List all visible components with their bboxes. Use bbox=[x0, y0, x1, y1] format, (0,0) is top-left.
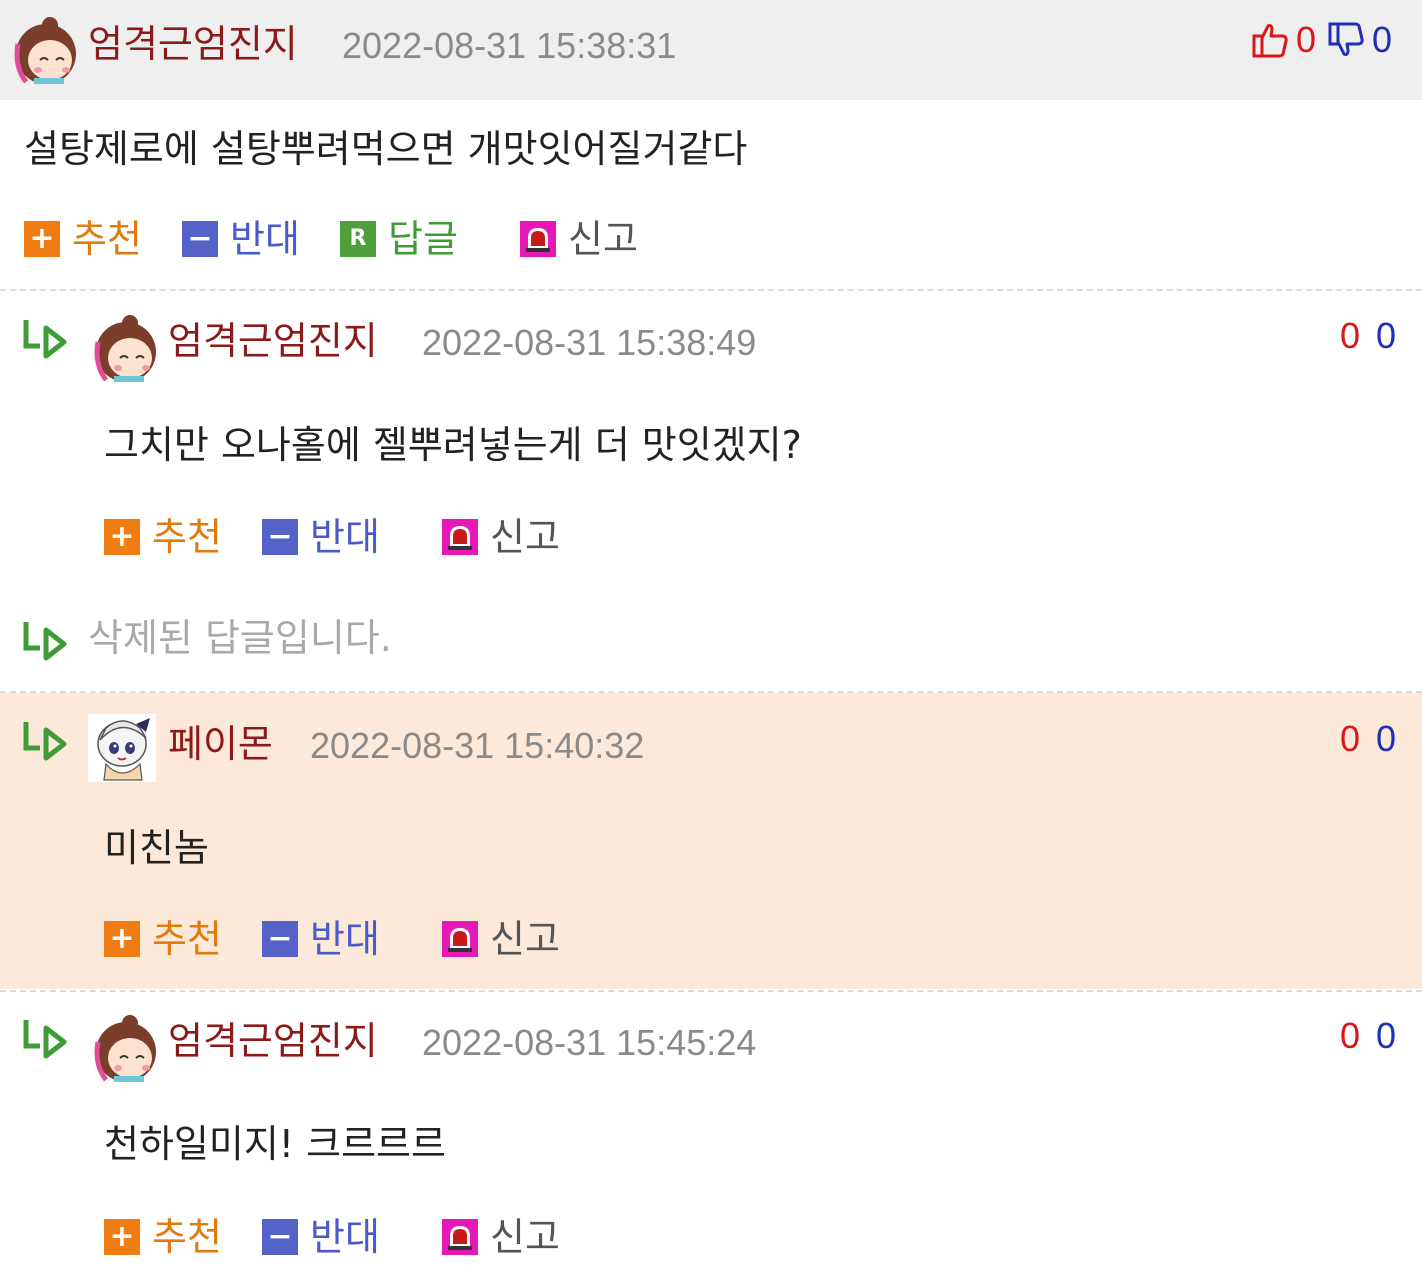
recommend-button[interactable]: + 추천 bbox=[104, 920, 222, 958]
like-counter[interactable]: 0 bbox=[1250, 20, 1316, 60]
report-label: 신고 bbox=[490, 1215, 560, 1259]
comment-date: 2022-08-31 15:40:32 bbox=[310, 725, 645, 766]
report-button[interactable]: 신고 bbox=[442, 1218, 560, 1256]
siren-icon bbox=[442, 1219, 478, 1255]
siren-icon bbox=[520, 221, 556, 257]
minus-icon: − bbox=[262, 1219, 298, 1255]
recommend-label: 추천 bbox=[72, 217, 142, 261]
avatar[interactable] bbox=[88, 714, 156, 782]
recommend-label: 추천 bbox=[152, 1215, 222, 1259]
comment-nickname[interactable]: 엄격근엄진지 bbox=[168, 322, 378, 360]
oppose-button[interactable]: − 반대 bbox=[262, 1218, 380, 1256]
dislike-count: 0 bbox=[1376, 315, 1397, 356]
comment-date: 2022-08-31 15:38:31 bbox=[342, 25, 677, 66]
oppose-label: 반대 bbox=[310, 515, 380, 559]
girl-avatar-icon bbox=[90, 1014, 158, 1082]
comment-text: 그치만 오나홀에 젤뿌려넣는게 더 맛잇겠지? bbox=[104, 423, 802, 467]
plus-icon: + bbox=[104, 1219, 140, 1255]
plus-icon: + bbox=[104, 519, 140, 555]
minus-icon: − bbox=[262, 519, 298, 555]
reply-arrow-icon bbox=[22, 1018, 68, 1064]
reply-label: 답글 bbox=[388, 217, 458, 261]
oppose-button[interactable]: − 반대 bbox=[262, 518, 380, 556]
vote-counts: 0 0 bbox=[1340, 721, 1396, 757]
dislike-count: 0 bbox=[1372, 19, 1393, 60]
plus-icon: + bbox=[104, 921, 140, 957]
girl-avatar-icon bbox=[10, 16, 78, 84]
comment-text: 천하일미지! 크르르르 bbox=[104, 1122, 446, 1166]
plus-icon: + bbox=[24, 221, 60, 257]
avatar[interactable] bbox=[90, 1014, 158, 1082]
girl-avatar-icon bbox=[90, 314, 158, 382]
recommend-label: 추천 bbox=[152, 917, 222, 961]
comment-nickname[interactable]: 페이몬 bbox=[168, 725, 273, 763]
report-button[interactable]: 신고 bbox=[442, 920, 560, 958]
comment-text: 미친놈 bbox=[104, 826, 209, 870]
like-count: 0 bbox=[1296, 19, 1317, 60]
report-button[interactable]: 신고 bbox=[520, 220, 638, 258]
comment-date: 2022-08-31 15:45:24 bbox=[422, 1022, 757, 1063]
reply-arrow-icon bbox=[22, 720, 68, 766]
minus-icon: − bbox=[182, 221, 218, 257]
comment-nickname[interactable]: 엄격근엄진지 bbox=[88, 25, 298, 63]
dislike-counter[interactable]: 0 bbox=[1328, 20, 1392, 60]
deleted-reply-text: 삭제된 답글입니다. bbox=[88, 616, 392, 660]
vote-counts: 0 0 bbox=[1340, 1018, 1396, 1054]
oppose-label: 반대 bbox=[230, 217, 300, 261]
vote-counts: 0 0 bbox=[1340, 318, 1396, 354]
report-label: 신고 bbox=[490, 917, 560, 961]
recommend-button[interactable]: + 추천 bbox=[104, 518, 222, 556]
oppose-label: 반대 bbox=[310, 917, 380, 961]
divider bbox=[0, 289, 1422, 291]
thumbs-up-icon bbox=[1252, 24, 1288, 58]
paimon-avatar-icon bbox=[88, 714, 156, 782]
dislike-count: 0 bbox=[1376, 718, 1397, 759]
recommend-label: 추천 bbox=[152, 515, 222, 559]
siren-icon bbox=[442, 921, 478, 957]
like-count: 0 bbox=[1340, 718, 1361, 759]
avatar[interactable] bbox=[10, 16, 78, 84]
comment-nickname[interactable]: 엄격근엄진지 bbox=[168, 1022, 378, 1060]
dislike-count: 0 bbox=[1376, 1015, 1397, 1056]
divider bbox=[0, 990, 1422, 992]
comment-text: 설탕제로에 설탕뿌려먹으면 개맛잇어질거같다 bbox=[24, 127, 748, 171]
reply-arrow-icon bbox=[22, 318, 68, 364]
minus-icon: − bbox=[262, 921, 298, 957]
like-count: 0 bbox=[1340, 315, 1361, 356]
recommend-button[interactable]: + 추천 bbox=[104, 1218, 222, 1256]
oppose-label: 반대 bbox=[310, 1215, 380, 1259]
reply-button[interactable]: R 답글 bbox=[340, 220, 458, 258]
thumbs-down-icon bbox=[1328, 22, 1364, 56]
comment-date: 2022-08-31 15:38:49 bbox=[422, 322, 757, 363]
siren-icon bbox=[442, 519, 478, 555]
like-count: 0 bbox=[1340, 1015, 1361, 1056]
avatar[interactable] bbox=[90, 314, 158, 382]
oppose-button[interactable]: − 반대 bbox=[182, 220, 300, 258]
report-button[interactable]: 신고 bbox=[442, 518, 560, 556]
reply-arrow-icon bbox=[22, 620, 68, 666]
reply-icon: R bbox=[340, 221, 376, 257]
report-label: 신고 bbox=[490, 515, 560, 559]
report-label: 신고 bbox=[568, 217, 638, 261]
recommend-button[interactable]: + 추천 bbox=[24, 220, 142, 258]
oppose-button[interactable]: − 반대 bbox=[262, 920, 380, 958]
